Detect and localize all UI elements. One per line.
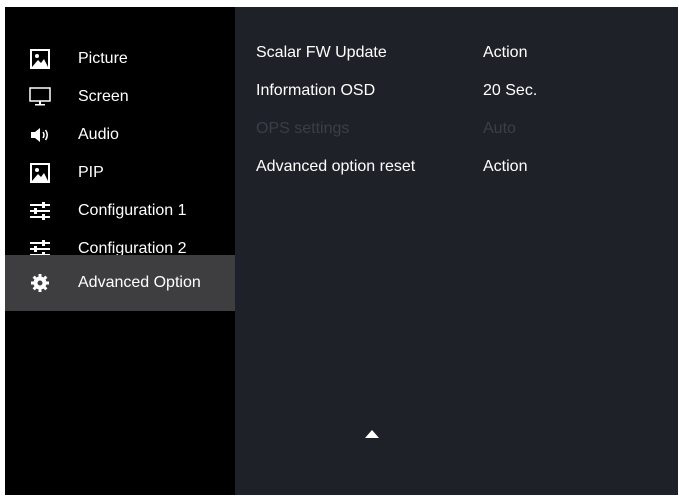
setting-row-scalar-fw-update[interactable]: Scalar FW Update Action [235, 34, 678, 72]
setting-value: Auto [483, 120, 516, 137]
gear-icon [29, 273, 51, 293]
setting-name: Advanced option reset [256, 158, 416, 175]
osd-menu: Picture Screen Audio PIP Configuration 1 [5, 7, 678, 495]
sidebar-item-advanced-option[interactable]: Advanced Option [5, 255, 235, 311]
sidebar-item-audio[interactable]: Audio [5, 116, 235, 154]
sidebar-item-label: Picture [78, 50, 128, 67]
setting-row-advanced-option-reset[interactable]: Advanced option reset Action [235, 148, 678, 186]
sidebar-item-pip[interactable]: PIP [5, 154, 235, 192]
sidebar-item-screen[interactable]: Screen [5, 78, 235, 116]
sidebar-item-label: Configuration 1 [78, 202, 187, 219]
setting-row-ops-settings: OPS settings Auto [235, 110, 678, 148]
setting-value: Action [483, 158, 528, 175]
settings-panel: Scalar FW Update Action Information OSD … [235, 7, 678, 495]
sidebar-item-label: Advanced Option [78, 274, 201, 291]
sidebar-item-label: Screen [78, 88, 129, 105]
setting-name: Scalar FW Update [256, 44, 387, 61]
sliders-icon [29, 201, 51, 221]
setting-value: 20 Sec. [483, 82, 538, 99]
setting-row-information-osd[interactable]: Information OSD 20 Sec. [235, 72, 678, 110]
picture-icon [29, 49, 51, 69]
speaker-icon [29, 125, 51, 145]
setting-name: OPS settings [256, 120, 350, 137]
setting-name: Information OSD [256, 82, 376, 99]
up-arrow-icon[interactable] [365, 425, 379, 443]
sidebar: Picture Screen Audio PIP Configuration 1 [5, 7, 235, 495]
sidebar-item-label: PIP [78, 164, 104, 181]
sidebar-item-configuration-1[interactable]: Configuration 1 [5, 192, 235, 230]
sidebar-item-label: Audio [78, 126, 119, 143]
monitor-icon [29, 87, 51, 107]
picture-icon [29, 163, 51, 183]
sidebar-item-picture[interactable]: Picture [5, 40, 235, 78]
setting-value: Action [483, 44, 528, 61]
